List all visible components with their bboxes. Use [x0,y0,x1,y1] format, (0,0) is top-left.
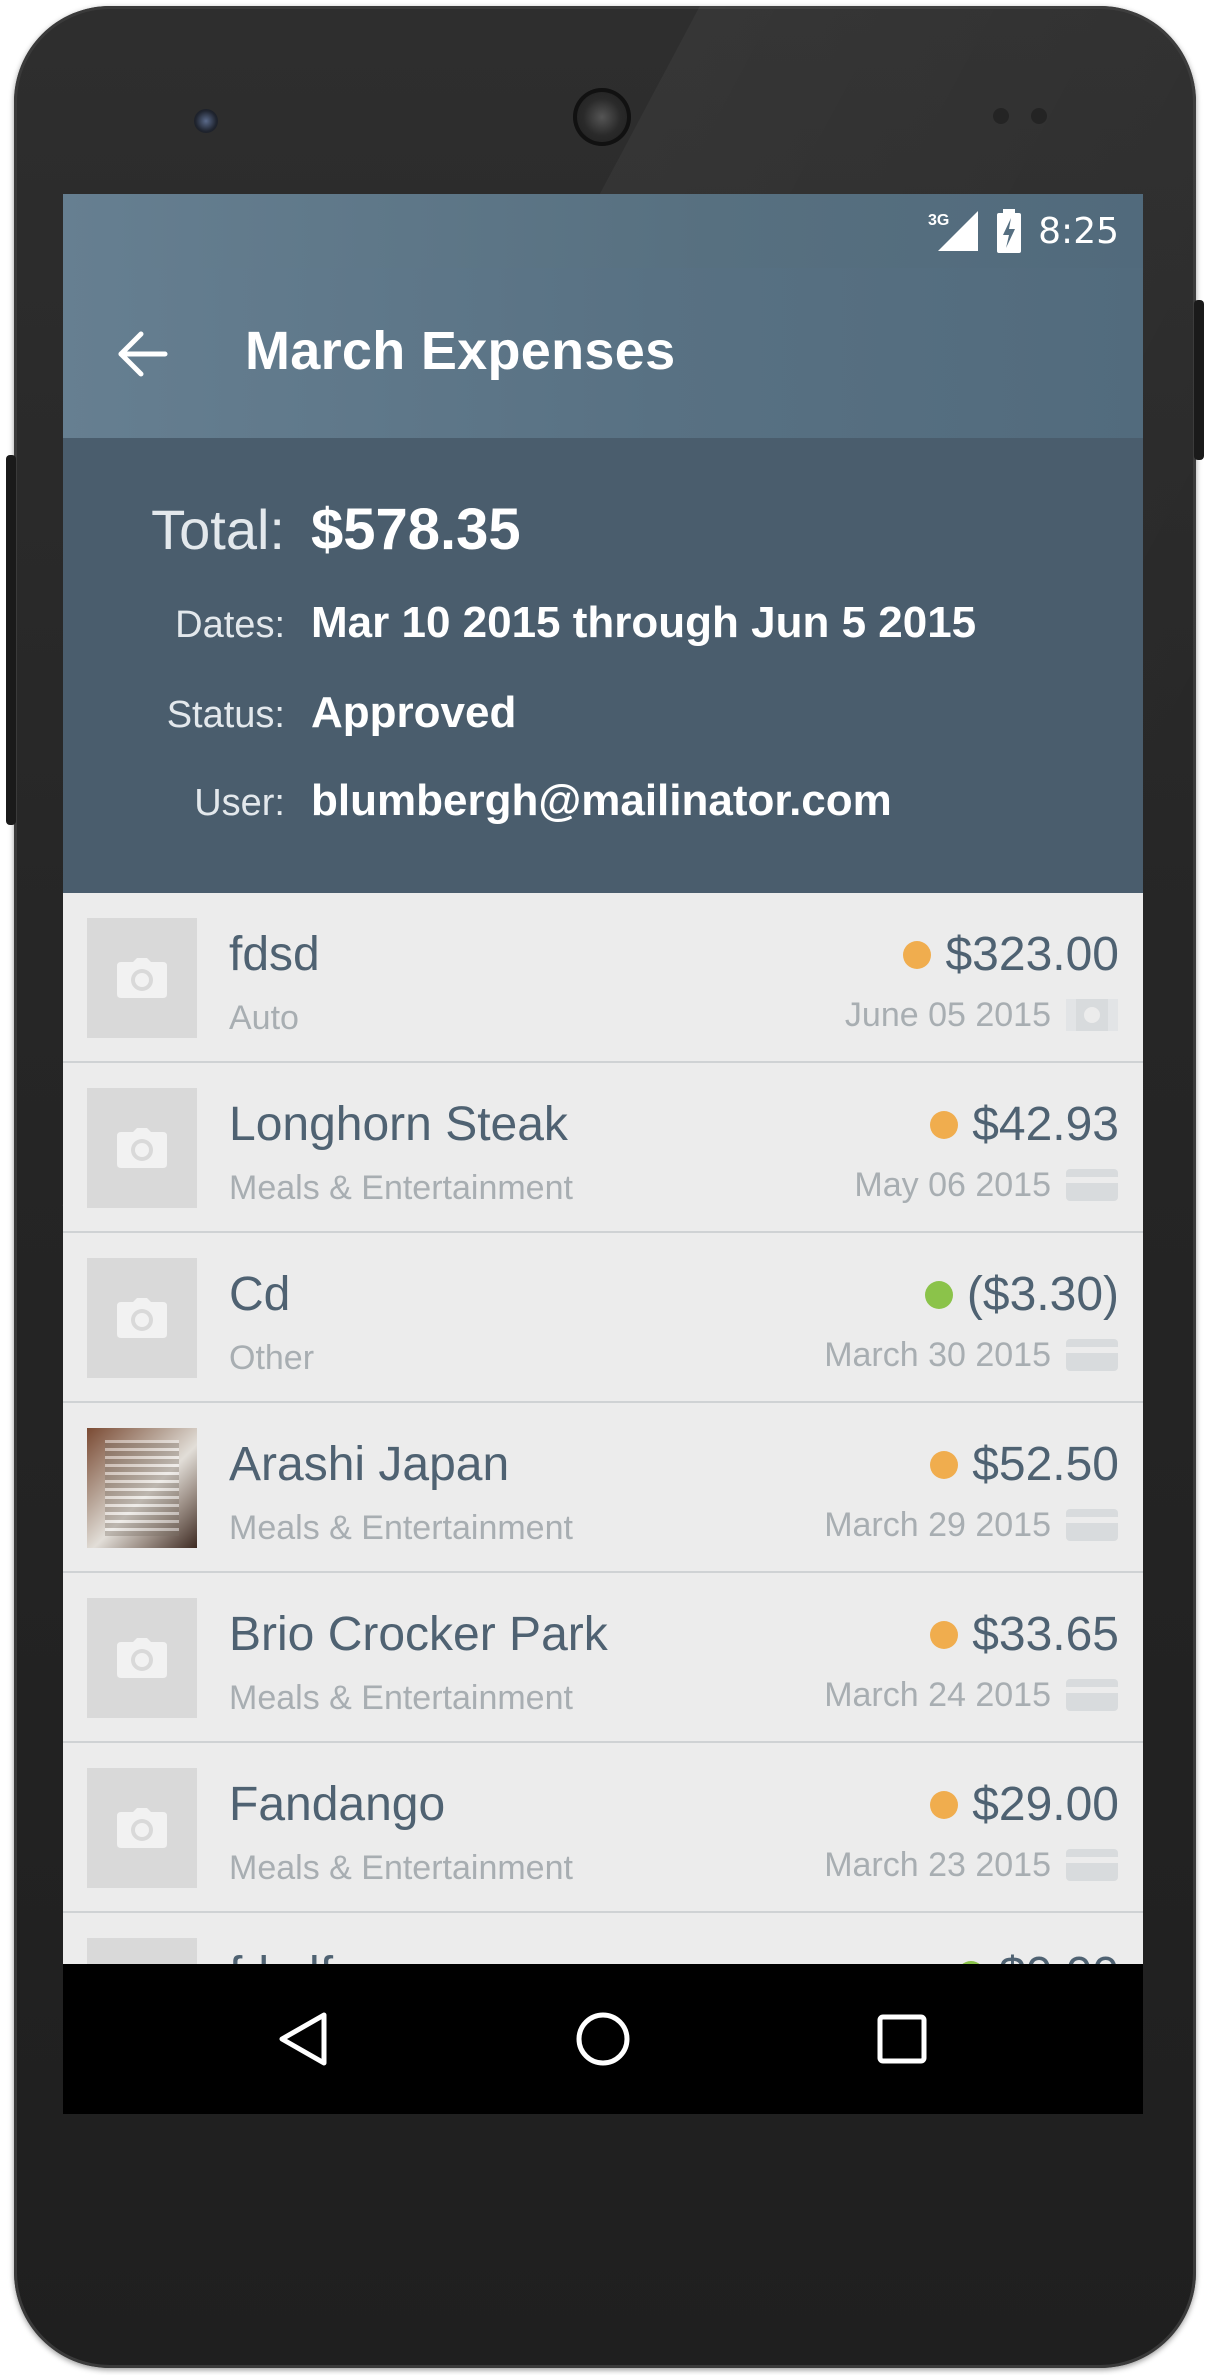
arrow-back-icon[interactable] [115,326,171,382]
credit-card-icon [1066,1169,1118,1201]
expense-amount: $52.50 [972,1438,1119,1491]
expense-date: March 30 2015 [824,1335,1051,1374]
amount-group: $52.50 [930,1437,1119,1492]
expense-name: Longhorn Steak [229,1098,568,1151]
camera-icon[interactable] [87,1088,197,1208]
expense-date: March 29 2015 [824,1505,1051,1544]
amount-group: $323.00 [903,927,1119,982]
credit-card-icon [1066,1679,1118,1711]
total-value: $578.35 [311,497,521,562]
power-button [6,455,16,825]
expense-date: May 06 2015 [854,1165,1051,1204]
credit-card-icon [1066,1509,1118,1541]
camera-icon[interactable] [87,1598,197,1718]
status-value: Approved [311,688,517,737]
battery-charging-icon [997,209,1022,253]
amount-group: $29.00 [930,1777,1119,1832]
dates-value: Mar 10 2015 through Jun 5 2015 [311,598,977,647]
screen: 3G 8:25 March Expenses Total: $578.35 Da… [63,194,1143,2114]
status-row: Status: Approved [63,688,1143,738]
date-group: March 30 2015 [824,1335,1119,1375]
user-label: User: [194,782,285,824]
amount-group: $42.93 [930,1097,1119,1152]
page-title: March Expenses [245,321,676,381]
expense-category: Meals & Entertainment [229,1509,573,1547]
light-sensor [1031,108,1047,124]
expense-amount: $29.00 [972,1778,1119,1831]
status-dot-icon [924,1280,953,1309]
user-row: User: blumbergh@mailinator.com [63,776,1143,826]
expense-name: Arashi Japan [229,1438,510,1491]
nav-back-icon[interactable] [274,2009,334,2069]
network-type: 3G [928,212,949,229]
expense-name: fdsd [229,928,320,981]
report-summary: Total: $578.35 Dates: Mar 10 2015 throug… [63,438,1143,893]
expense-category: Meals & Entertainment [229,1679,573,1717]
amount-group: ($3.30) [924,1267,1119,1322]
app-bar: March Expenses [63,268,1143,438]
signal-icon: 3G [928,211,979,251]
expense-amount: $33.65 [972,1608,1119,1661]
date-group: June 05 2015 [845,995,1119,1035]
expense-category: Other [229,1339,315,1377]
expense-row[interactable]: Longhorn Steak Meals & Entertainment $42.9… [63,1063,1143,1233]
status-dot-icon [903,940,932,969]
expense-row[interactable]: Fandango Meals & Entertainment $29.00 March… [63,1743,1143,1913]
status-label: Status: [166,694,285,736]
status-icons: 3G 8:25 [928,206,1119,256]
expense-row[interactable]: fdsd Auto $323.00 June 05 2015 [63,893,1143,1063]
dates-label: Dates: [175,604,285,646]
navigation-bar [63,1964,1143,2114]
status-time: 8:25 [1038,210,1119,252]
proximity-sensor [993,108,1009,124]
date-group: March 24 2015 [824,1675,1119,1715]
expense-row[interactable]: Cd Other ($3.30) March 30 2015 [63,1233,1143,1403]
expense-date: June 05 2015 [844,995,1051,1034]
receipt-photo[interactable] [87,1428,197,1548]
expense-date: March 24 2015 [824,1675,1051,1714]
expense-name: Fandango [229,1778,446,1831]
expense-name: Cd [229,1268,291,1321]
date-group: March 23 2015 [824,1845,1119,1885]
expense-name: Brio Crocker Park [229,1608,608,1661]
volume-button [1194,300,1204,460]
user-value: blumbergh@mailinator.com [311,776,892,825]
expense-category: Meals & Entertainment [229,1169,573,1207]
expense-row[interactable]: Arashi Japan Meals & Entertainment $52.50 M… [63,1403,1143,1573]
status-bar: 3G 8:25 [63,194,1143,268]
nav-home-icon[interactable] [573,2009,633,2069]
amount-group: $33.65 [930,1607,1119,1662]
camera-icon[interactable] [87,918,197,1038]
status-dot-icon [930,1620,959,1649]
date-group: March 29 2015 [824,1505,1119,1545]
status-dot-icon [930,1790,959,1819]
credit-card-icon [1066,1849,1118,1881]
status-dot-icon [930,1450,959,1479]
earpiece-speaker [573,88,631,146]
expense-amount: $42.93 [972,1098,1119,1151]
expense-category: Auto [229,999,299,1037]
dates-row: Dates: Mar 10 2015 through Jun 5 2015 [63,598,1143,648]
total-row: Total: $578.35 [63,496,1143,563]
expense-row[interactable]: Brio Crocker Park Meals & Entertainment $3… [63,1573,1143,1743]
camera-icon[interactable] [87,1258,197,1378]
expense-category: Meals & Entertainment [229,1849,573,1887]
expense-date: March 23 2015 [824,1845,1051,1884]
credit-card-icon [1066,1339,1118,1371]
camera-icon[interactable] [87,1768,197,1888]
expense-amount: $323.00 [945,928,1119,981]
total-label: Total: [151,498,285,561]
nav-recents-icon[interactable] [872,2009,932,2069]
date-group: May 06 2015 [854,1165,1119,1205]
front-camera [194,109,218,133]
status-dot-icon [930,1110,959,1139]
expense-amount: ($3.30) [966,1268,1119,1321]
cash-icon [1066,999,1118,1031]
